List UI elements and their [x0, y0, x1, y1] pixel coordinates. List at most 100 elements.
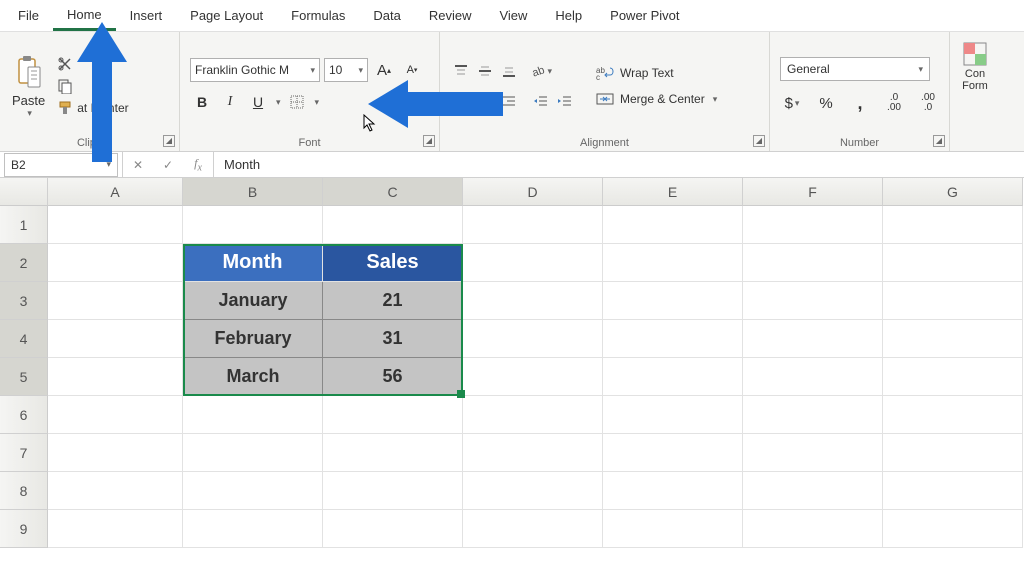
cell[interactable] — [743, 282, 883, 320]
cell[interactable] — [743, 206, 883, 244]
cell[interactable] — [48, 434, 183, 472]
cell[interactable]: February — [183, 320, 323, 358]
row-head-5[interactable]: 5 — [0, 358, 48, 396]
cell[interactable]: Sales — [323, 244, 463, 282]
row-head-3[interactable]: 3 — [0, 282, 48, 320]
cell[interactable] — [323, 510, 463, 548]
cell[interactable] — [183, 206, 323, 244]
cell[interactable] — [48, 510, 183, 548]
row-head-6[interactable]: 6 — [0, 396, 48, 434]
number-format-dropdown[interactable]: General▾ — [780, 57, 930, 81]
cell[interactable] — [743, 510, 883, 548]
italic-button[interactable]: I — [218, 90, 242, 114]
cut-button[interactable] — [57, 56, 73, 72]
cell[interactable] — [603, 434, 743, 472]
cell[interactable] — [883, 206, 1023, 244]
increase-font-button[interactable]: A▴ — [372, 58, 396, 82]
font-size-dropdown[interactable]: 10▾ — [324, 58, 368, 82]
tab-page-layout[interactable]: Page Layout — [176, 2, 277, 29]
tab-view[interactable]: View — [485, 2, 541, 29]
row-head-1[interactable]: 1 — [0, 206, 48, 244]
tab-power-pivot[interactable]: Power Pivot — [596, 2, 693, 29]
cell[interactable] — [463, 396, 603, 434]
row-head-4[interactable]: 4 — [0, 320, 48, 358]
clipboard-dialog-launcher[interactable]: ◢ — [163, 135, 175, 147]
cell[interactable] — [48, 472, 183, 510]
cell[interactable] — [183, 510, 323, 548]
merge-center-button[interactable]: Merge & Center▾ — [596, 91, 717, 107]
cell[interactable] — [883, 434, 1023, 472]
select-all-corner[interactable] — [0, 178, 48, 206]
cell[interactable] — [883, 472, 1023, 510]
cell[interactable]: January — [183, 282, 323, 320]
bold-button[interactable]: B — [190, 90, 214, 114]
cell[interactable] — [463, 320, 603, 358]
orientation-button[interactable]: ab▾ — [530, 60, 552, 82]
decrease-decimal-button[interactable]: .00.0 — [916, 91, 940, 115]
wrap-text-button[interactable]: abcWrap Text — [596, 65, 717, 81]
row-head-2[interactable]: 2 — [0, 244, 48, 282]
cell[interactable] — [463, 244, 603, 282]
row-head-8[interactable]: 8 — [0, 472, 48, 510]
percent-format-button[interactable]: % — [814, 91, 838, 115]
borders-button[interactable] — [285, 90, 309, 114]
cell[interactable] — [603, 396, 743, 434]
cell[interactable]: 31 — [323, 320, 463, 358]
row-head-7[interactable]: 7 — [0, 434, 48, 472]
cell[interactable] — [603, 282, 743, 320]
font-dialog-launcher[interactable]: ◢ — [423, 135, 435, 147]
cell[interactable] — [323, 472, 463, 510]
cell[interactable] — [883, 358, 1023, 396]
formula-bar-input[interactable]: Month — [214, 157, 1024, 172]
comma-format-button[interactable]: , — [848, 91, 872, 115]
cell[interactable] — [883, 244, 1023, 282]
col-head-a[interactable]: A — [48, 178, 183, 206]
tab-review[interactable]: Review — [415, 2, 486, 29]
cell[interactable] — [323, 396, 463, 434]
cell[interactable]: Month — [183, 244, 323, 282]
number-dialog-launcher[interactable]: ◢ — [933, 135, 945, 147]
font-name-dropdown[interactable]: Franklin Gothic M▾ — [190, 58, 320, 82]
cell[interactable] — [883, 396, 1023, 434]
align-middle-button[interactable] — [474, 60, 496, 82]
cell[interactable]: 21 — [323, 282, 463, 320]
cell[interactable] — [603, 206, 743, 244]
cell[interactable] — [743, 358, 883, 396]
alignment-dialog-launcher[interactable]: ◢ — [753, 135, 765, 147]
tab-data[interactable]: Data — [359, 2, 414, 29]
row-head-9[interactable]: 9 — [0, 510, 48, 548]
cell[interactable] — [603, 320, 743, 358]
col-head-c[interactable]: C — [323, 178, 463, 206]
cell[interactable] — [603, 244, 743, 282]
enter-formula-button[interactable]: ✓ — [153, 158, 183, 172]
cell[interactable] — [48, 206, 183, 244]
increase-indent-button[interactable] — [554, 90, 576, 112]
cell[interactable] — [48, 320, 183, 358]
cell[interactable] — [743, 434, 883, 472]
cell[interactable] — [743, 472, 883, 510]
tab-formulas[interactable]: Formulas — [277, 2, 359, 29]
decrease-font-button[interactable]: A▾ — [400, 58, 424, 82]
cell[interactable] — [323, 206, 463, 244]
cell[interactable] — [463, 434, 603, 472]
accounting-format-button[interactable]: $▾ — [780, 91, 804, 115]
cell[interactable] — [463, 206, 603, 244]
cell[interactable] — [48, 244, 183, 282]
cell[interactable] — [48, 396, 183, 434]
cell[interactable] — [183, 472, 323, 510]
cell[interactable] — [463, 358, 603, 396]
cell[interactable] — [883, 282, 1023, 320]
tab-file[interactable]: File — [4, 2, 53, 29]
cell[interactable] — [603, 472, 743, 510]
tab-help[interactable]: Help — [541, 2, 596, 29]
cell[interactable] — [463, 472, 603, 510]
cell[interactable] — [883, 510, 1023, 548]
conditional-formatting-icon[interactable] — [961, 40, 989, 68]
increase-decimal-button[interactable]: .0.00 — [882, 91, 906, 115]
align-top-button[interactable] — [450, 60, 472, 82]
cell[interactable] — [883, 320, 1023, 358]
col-head-g[interactable]: G — [883, 178, 1023, 206]
cell[interactable] — [323, 434, 463, 472]
align-bottom-button[interactable] — [498, 60, 520, 82]
decrease-indent-button[interactable] — [530, 90, 552, 112]
